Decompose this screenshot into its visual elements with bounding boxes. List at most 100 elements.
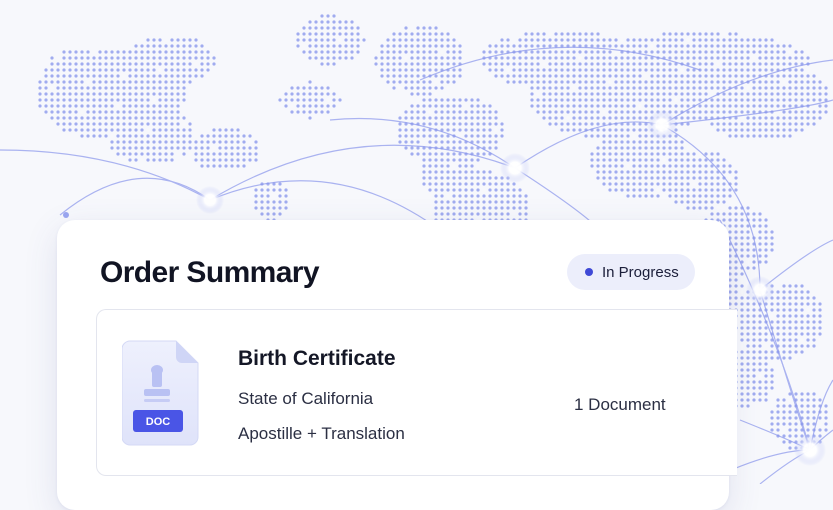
map-dot — [518, 38, 522, 42]
map-dot — [710, 62, 714, 66]
order-item[interactable]: DOC Birth Certificate State of Californi… — [96, 309, 737, 476]
map-dot — [812, 296, 816, 300]
map-dot — [632, 170, 636, 174]
map-dot — [536, 86, 540, 90]
map-dot — [740, 242, 744, 246]
map-dot — [632, 146, 636, 150]
map-dot — [668, 74, 672, 78]
map-dot — [596, 110, 600, 114]
map-dot — [710, 194, 714, 198]
map-dot — [680, 104, 684, 108]
map-dot — [614, 62, 618, 66]
map-dot — [752, 314, 756, 318]
map-dot — [572, 92, 576, 96]
map-dot — [740, 134, 744, 138]
map-dot — [662, 80, 666, 84]
map-dot — [98, 62, 102, 66]
map-dot — [782, 50, 786, 54]
map-dot — [356, 38, 360, 42]
map-dot — [134, 50, 138, 54]
map-dot — [458, 44, 462, 48]
map-dot — [494, 176, 498, 180]
map-dot — [194, 56, 198, 60]
map-dot — [404, 146, 408, 150]
map-dot — [656, 44, 660, 48]
map-dot — [500, 212, 504, 216]
map-dot — [518, 44, 522, 48]
map-dot — [68, 56, 72, 60]
map-dot — [794, 296, 798, 300]
map-dot — [782, 344, 786, 348]
map-dot — [788, 98, 792, 102]
map-dot — [662, 188, 666, 192]
map-dot — [764, 332, 768, 336]
map-dot — [452, 158, 456, 162]
map-dot — [806, 302, 810, 306]
map-dot — [806, 116, 810, 120]
map-dot — [794, 344, 798, 348]
map-dot — [704, 104, 708, 108]
map-dot — [506, 182, 510, 186]
map-dot — [344, 44, 348, 48]
map-dot — [86, 50, 90, 54]
map-dot — [488, 44, 492, 48]
map-dot — [590, 50, 594, 54]
map-dot — [818, 416, 822, 420]
map-dot — [698, 50, 702, 54]
map-dot — [182, 50, 186, 54]
map-dot — [182, 56, 186, 60]
map-dot — [740, 104, 744, 108]
map-dot — [686, 68, 690, 72]
map-dot — [728, 170, 732, 174]
map-dot — [686, 80, 690, 84]
map-dot — [398, 74, 402, 78]
map-dot — [458, 140, 462, 144]
map-dot — [746, 362, 750, 366]
map-dot — [380, 50, 384, 54]
map-dot — [704, 182, 708, 186]
map-dot — [392, 68, 396, 72]
map-dot — [320, 98, 324, 102]
map-dot — [782, 62, 786, 66]
map-dot — [776, 416, 780, 420]
map-dot — [734, 230, 738, 234]
map-dot — [392, 32, 396, 36]
map-dot — [86, 98, 90, 102]
map-dot — [626, 128, 630, 132]
map-dot — [440, 38, 444, 42]
map-dot — [710, 212, 714, 216]
map-dot — [128, 158, 132, 162]
map-dot — [434, 152, 438, 156]
map-dot — [152, 56, 156, 60]
map-dot — [440, 116, 444, 120]
map-dot — [338, 26, 342, 30]
map-dot — [470, 116, 474, 120]
map-dot — [776, 134, 780, 138]
map-dot — [764, 236, 768, 240]
map-dot — [800, 116, 804, 120]
map-dot — [656, 74, 660, 78]
map-dot — [104, 134, 108, 138]
map-dot — [716, 188, 720, 192]
map-dot — [752, 38, 756, 42]
map-dot — [122, 86, 126, 90]
map-dot — [92, 134, 96, 138]
map-dot — [668, 56, 672, 60]
map-dot — [824, 404, 828, 408]
map-dot — [818, 320, 822, 324]
map-dot — [656, 104, 660, 108]
map-dot — [440, 44, 444, 48]
map-dot — [284, 188, 288, 192]
map-dot — [662, 104, 666, 108]
map-dot — [806, 404, 810, 408]
map-dot — [524, 194, 528, 198]
map-dot — [446, 164, 450, 168]
map-dot — [146, 50, 150, 54]
map-dot — [434, 164, 438, 168]
map-dot — [128, 104, 132, 108]
map-dot — [80, 74, 84, 78]
map-dot — [254, 140, 258, 144]
map-dot — [116, 56, 120, 60]
map-dot — [608, 116, 612, 120]
map-dot — [86, 110, 90, 114]
